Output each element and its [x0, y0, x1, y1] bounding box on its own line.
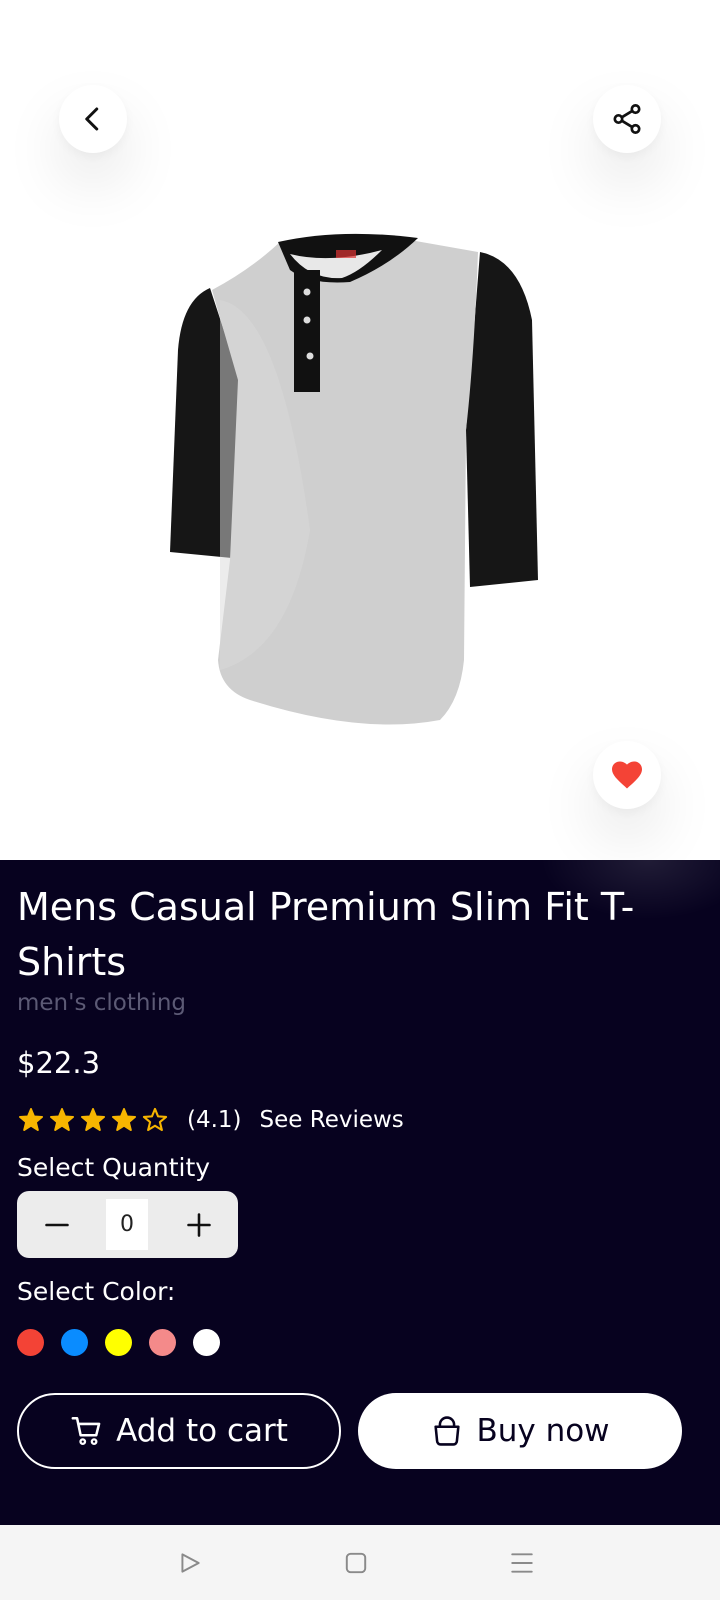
color-swatch-yellow[interactable] [105, 1329, 132, 1356]
color-swatches [17, 1329, 220, 1356]
color-swatch-blue[interactable] [61, 1329, 88, 1356]
quantity-input[interactable] [106, 1199, 148, 1250]
increment-button[interactable] [177, 1203, 221, 1247]
buy-now-button[interactable]: Buy now [358, 1393, 682, 1469]
triangle-back-icon [181, 1553, 200, 1573]
star-icon [111, 1107, 137, 1131]
share-icon [613, 104, 641, 134]
rating-value: (4.1) [187, 1107, 242, 1133]
cart-icon [71, 1416, 101, 1446]
quantity-label: Select Quantity [17, 1153, 211, 1182]
nav-recents-button[interactable] [506, 1547, 538, 1579]
nav-home-button[interactable] [340, 1547, 372, 1579]
buy-now-label: Buy now [476, 1413, 610, 1449]
system-navigation-bar [0, 1525, 720, 1600]
back-button[interactable] [59, 85, 127, 153]
see-reviews-link[interactable]: See Reviews [260, 1107, 404, 1133]
color-swatch-red[interactable] [17, 1329, 44, 1356]
product-hero [0, 0, 720, 860]
decrement-button[interactable] [35, 1203, 79, 1247]
product-image [170, 233, 538, 725]
chevron-left-icon [85, 107, 99, 131]
product-details: Mens Casual Premium Slim Fit T-Shirts me… [0, 860, 720, 1525]
star-icon [49, 1107, 75, 1131]
color-label: Select Color: [17, 1277, 176, 1306]
rating-stars [17, 1106, 169, 1134]
quantity-stepper [17, 1191, 238, 1258]
favorite-button[interactable] [593, 741, 661, 809]
rating-row: (4.1) See Reviews [17, 1103, 404, 1137]
share-button[interactable] [593, 85, 661, 153]
square-home-icon [345, 1552, 367, 1574]
product-price: $22.3 [17, 1046, 101, 1080]
heart-icon [612, 761, 642, 789]
product-title: Mens Casual Premium Slim Fit T-Shirts [17, 885, 635, 984]
nav-back-button[interactable] [174, 1547, 206, 1579]
color-swatch-pink[interactable] [149, 1329, 176, 1356]
color-swatch-white[interactable] [193, 1329, 220, 1356]
product-category: men's clothing [17, 990, 187, 1016]
star-icon [80, 1107, 106, 1131]
bag-icon [434, 1416, 461, 1446]
star-outline-icon [142, 1107, 168, 1132]
plus-icon [187, 1213, 211, 1237]
add-to-cart-label: Add to cart [116, 1413, 288, 1449]
star-icon [18, 1107, 44, 1131]
menu-lines-icon [511, 1553, 533, 1573]
minus-icon [45, 1223, 69, 1227]
add-to-cart-button[interactable]: Add to cart [17, 1393, 341, 1469]
